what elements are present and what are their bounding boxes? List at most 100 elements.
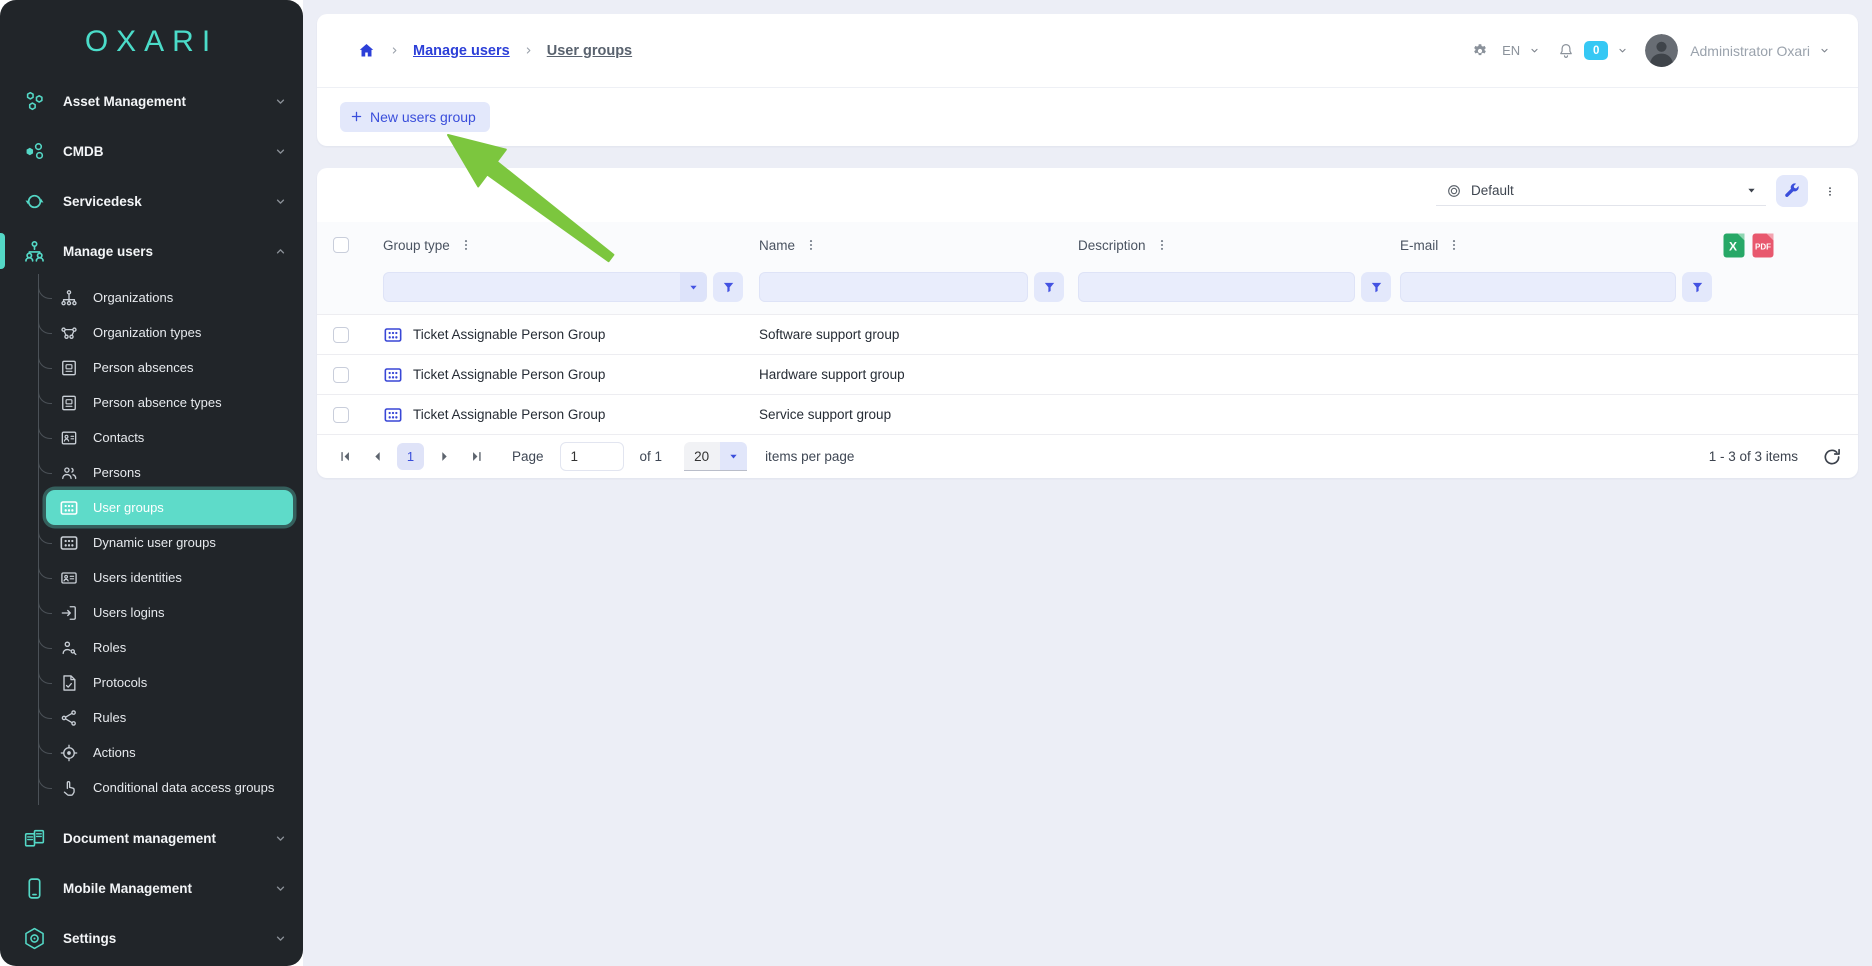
sidebar-item-roles[interactable]: Roles — [39, 630, 303, 665]
pager: 1 Page of 1 20 items per page 1 - 3 of 3… — [317, 434, 1858, 478]
row-checkbox[interactable] — [333, 367, 349, 383]
notification-badge[interactable]: 0 — [1584, 41, 1608, 60]
roles-icon — [59, 638, 79, 658]
chevron-down-icon — [274, 95, 287, 108]
last-page-button[interactable] — [464, 445, 488, 469]
sidebar-item-label: Person absence types — [93, 395, 222, 410]
cell-group-type: Ticket Assignable Person Group — [413, 327, 605, 342]
chevron-down-icon[interactable] — [1819, 45, 1830, 56]
home-icon[interactable] — [357, 41, 376, 60]
sidebar-item-user-groups[interactable]: User groups — [46, 490, 293, 525]
new-users-group-label: New users group — [370, 109, 476, 125]
sidebar-item-contacts[interactable]: Contacts — [39, 420, 303, 455]
language-selector[interactable]: EN — [1502, 43, 1520, 58]
sidebar-item-organization-types[interactable]: Organization types — [39, 315, 303, 350]
organization-types-icon — [59, 323, 79, 343]
description-filter-button[interactable] — [1361, 272, 1391, 302]
grid-settings-button[interactable] — [1776, 175, 1808, 207]
name-filter-input[interactable] — [759, 272, 1028, 302]
sidebar-item-manage-users[interactable]: Manage users — [0, 230, 303, 272]
sidebar-item-actions[interactable]: Actions — [39, 735, 303, 770]
view-eye-icon — [1446, 183, 1462, 199]
sidebar-item-label: Users identities — [93, 570, 182, 585]
user-group-icon — [383, 365, 403, 385]
row-checkbox[interactable] — [333, 327, 349, 343]
name-filter-button[interactable] — [1034, 272, 1064, 302]
sidebar-item-servicedesk[interactable]: Servicedesk — [0, 180, 303, 222]
group-type-filter-input[interactable] — [383, 272, 707, 302]
next-page-button[interactable] — [432, 445, 456, 469]
sidebar-item-rules[interactable]: Rules — [39, 700, 303, 735]
column-header-email[interactable]: E-mail — [1400, 238, 1438, 253]
sidebar-item-organizations[interactable]: Organizations — [39, 280, 303, 315]
rules-icon — [59, 708, 79, 728]
sidebar-item-mobile-management[interactable]: Mobile Management — [0, 867, 303, 909]
avatar[interactable] — [1645, 34, 1678, 67]
organizations-icon — [59, 288, 79, 308]
caret-down-icon[interactable] — [680, 273, 706, 301]
page-size-select[interactable]: 20 — [684, 442, 747, 471]
next-page-icon — [437, 449, 452, 464]
email-filter-input[interactable] — [1400, 272, 1676, 302]
page-number-input[interactable] — [560, 442, 624, 471]
row-checkbox[interactable] — [333, 407, 349, 423]
sidebar-item-person-absences[interactable]: Person absences — [39, 350, 303, 385]
chevron-down-icon — [274, 195, 287, 208]
first-page-button[interactable] — [333, 445, 357, 469]
sidebar-item-document-management[interactable]: Document management — [0, 817, 303, 859]
breadcrumb-manage-users[interactable]: Manage users — [413, 43, 510, 59]
chevron-down-icon[interactable] — [1529, 45, 1540, 56]
sidebar-item-users-identities[interactable]: Users identities — [39, 560, 303, 595]
chevron-right-icon — [389, 45, 400, 56]
funnel-icon — [1369, 280, 1384, 295]
chevron-down-icon[interactable] — [1617, 45, 1628, 56]
sidebar-item-person-absence-types[interactable]: Person absence types — [39, 385, 303, 420]
sidebar-item-dynamic-user-groups[interactable]: Dynamic user groups — [39, 525, 303, 560]
mobile-management-icon — [22, 876, 47, 901]
plus-icon — [350, 110, 363, 123]
sidebar-item-protocols[interactable]: Protocols — [39, 665, 303, 700]
view-selector-value: Default — [1471, 183, 1514, 198]
column-header-name[interactable]: Name — [759, 238, 795, 253]
kebab-icon[interactable] — [1155, 238, 1169, 252]
new-users-group-button[interactable]: New users group — [340, 102, 490, 132]
group-type-filter-button[interactable] — [713, 272, 743, 302]
persons-icon — [59, 463, 79, 483]
column-header-description[interactable]: Description — [1078, 238, 1146, 253]
prev-page-icon — [370, 449, 385, 464]
pdf-file-icon[interactable]: PDF — [1752, 233, 1774, 258]
sidebar-item-label: Persons — [93, 465, 141, 480]
kebab-icon[interactable] — [459, 238, 473, 252]
table-row[interactable]: Ticket Assignable Person Group Software … — [317, 314, 1858, 354]
sidebar-item-cmdb[interactable]: CMDB — [0, 130, 303, 172]
sidebar-item-conditional-data-access-groups[interactable]: Conditional data access groups — [39, 770, 303, 805]
sidebar-item-asset-management[interactable]: Asset Management — [0, 80, 303, 122]
email-filter-button[interactable] — [1682, 272, 1712, 302]
sidebar-item-users-logins[interactable]: Users logins — [39, 595, 303, 630]
page-of-label: of 1 — [640, 449, 663, 464]
breadcrumb-user-groups[interactable]: User groups — [547, 43, 632, 59]
contacts-icon — [59, 428, 79, 448]
column-header-group-type[interactable]: Group type — [383, 238, 450, 253]
grid-head-band: Group type Name Description E-mail — [317, 222, 1858, 314]
refresh-button[interactable] — [1822, 447, 1842, 467]
gear-icon[interactable] — [1471, 42, 1489, 60]
sidebar-item-settings[interactable]: Settings — [0, 917, 303, 959]
select-all-checkbox[interactable] — [333, 237, 349, 253]
user-menu[interactable]: Administrator Oxari — [1690, 43, 1810, 59]
kebab-icon[interactable] — [1447, 238, 1461, 252]
sidebar-item-persons[interactable]: Persons — [39, 455, 303, 490]
bell-icon[interactable] — [1557, 42, 1575, 60]
current-page-button[interactable]: 1 — [397, 443, 424, 470]
funnel-icon — [1690, 280, 1705, 295]
grid-menu-button[interactable] — [1818, 175, 1842, 207]
prev-page-button[interactable] — [365, 445, 389, 469]
kebab-icon[interactable] — [804, 238, 818, 252]
table-row[interactable]: Ticket Assignable Person Group Service s… — [317, 394, 1858, 434]
description-filter-input[interactable] — [1078, 272, 1355, 302]
page-size-value: 20 — [684, 442, 720, 471]
sidebar-submenu: Organizations Organization types Person … — [38, 280, 303, 805]
table-row[interactable]: Ticket Assignable Person Group Hardware … — [317, 354, 1858, 394]
view-selector[interactable]: Default — [1436, 176, 1766, 206]
excel-file-icon[interactable]: X — [1723, 233, 1745, 258]
